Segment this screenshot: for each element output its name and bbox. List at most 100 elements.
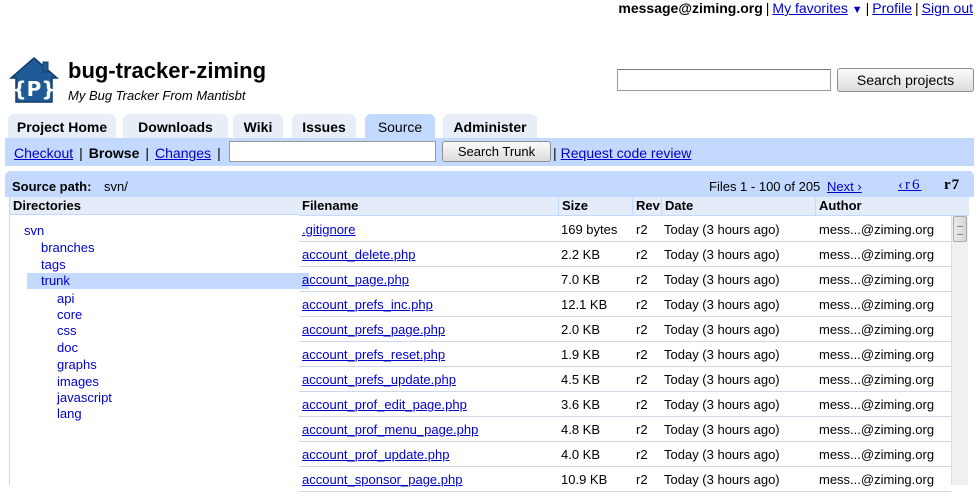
dir-css[interactable]: css bbox=[57, 323, 77, 338]
table-row[interactable]: account_prof_menu_page.php 4.8 KB r2 Today … bbox=[299, 416, 951, 442]
col-author[interactable]: Author bbox=[815, 197, 969, 215]
dir-graphs[interactable]: graphs bbox=[57, 357, 97, 372]
col-filename[interactable]: Filename bbox=[299, 197, 559, 215]
dir-doc[interactable]: doc bbox=[57, 340, 78, 355]
tab-issues[interactable]: Issues bbox=[292, 114, 356, 138]
file-rev: r2 bbox=[636, 372, 648, 387]
changes-link[interactable]: Changes bbox=[155, 145, 211, 161]
file-name-link[interactable]: account_prefs_inc.php bbox=[302, 297, 433, 312]
tab-administer[interactable]: Administer bbox=[443, 114, 537, 138]
file-size: 4.0 KB bbox=[561, 447, 601, 462]
sign-out-link[interactable]: Sign out bbox=[922, 0, 973, 16]
file-date: Today (3 hours ago) bbox=[664, 297, 780, 312]
col-size[interactable]: Size bbox=[558, 197, 633, 215]
previous-revision-link[interactable]: ‹r6 bbox=[898, 177, 922, 194]
tab-wiki[interactable]: Wiki bbox=[233, 114, 283, 138]
table-row[interactable]: .gitignore 169 bytes r2 Today (3 hours ago)… bbox=[299, 216, 951, 242]
profile-link[interactable]: Profile bbox=[872, 0, 912, 16]
table-row[interactable]: account_prefs_page.php 2.0 KB r2 Today (3 h… bbox=[299, 316, 951, 342]
source-path-label: Source path: bbox=[12, 179, 92, 194]
dir-core[interactable]: core bbox=[57, 307, 82, 322]
project-logo-icon[interactable]: {P} bbox=[9, 56, 59, 104]
dir-svn[interactable]: svn bbox=[24, 223, 44, 238]
tab-source[interactable]: Source bbox=[365, 114, 435, 138]
file-date: Today (3 hours ago) bbox=[664, 372, 780, 387]
file-size: 12.1 KB bbox=[561, 297, 608, 312]
tab-project-home[interactable]: Project Home bbox=[8, 114, 116, 138]
file-date: Today (3 hours ago) bbox=[664, 272, 780, 287]
dir-images[interactable]: images bbox=[57, 374, 99, 389]
dir-branches[interactable]: branches bbox=[41, 240, 94, 255]
dir-lang[interactable]: lang bbox=[57, 406, 82, 421]
my-favorites-link[interactable]: My favorites bbox=[772, 0, 847, 16]
file-date: Today (3 hours ago) bbox=[664, 397, 780, 412]
source-subnav: Checkout | Browse | Changes | Search Trunk | R… bbox=[5, 138, 974, 166]
directories-header: Directories bbox=[10, 197, 299, 215]
file-rev: r2 bbox=[636, 222, 648, 237]
file-rev: r2 bbox=[636, 347, 648, 362]
file-date: Today (3 hours ago) bbox=[664, 247, 780, 262]
file-name-link[interactable]: .gitignore bbox=[302, 222, 355, 237]
file-author: mess...@ziming.org bbox=[819, 422, 935, 437]
file-rev: r2 bbox=[636, 447, 648, 462]
current-revision: r7 bbox=[944, 177, 961, 193]
file-rev: r2 bbox=[636, 297, 648, 312]
file-date: Today (3 hours ago) bbox=[664, 222, 780, 237]
file-table-header: Filename Size Rev Date Author bbox=[299, 197, 969, 216]
project-name[interactable]: bug-tracker-ziming bbox=[68, 58, 266, 84]
file-size: 3.6 KB bbox=[561, 397, 601, 412]
table-row[interactable]: account_prof_edit_page.php 3.6 KB r2 Today … bbox=[299, 391, 951, 417]
file-name-link[interactable]: account_prefs_reset.php bbox=[302, 347, 445, 362]
file-size: 1.9 KB bbox=[561, 347, 601, 362]
search-trunk-input[interactable] bbox=[229, 141, 436, 162]
dir-javascript[interactable]: javascript bbox=[57, 390, 112, 405]
checkout-link[interactable]: Checkout bbox=[14, 145, 73, 161]
directory-tree: Directories svn branches tags trunk api … bbox=[9, 197, 309, 485]
file-author: mess...@ziming.org bbox=[819, 397, 935, 412]
source-path-bar: Source path: svn/ Files 1 - 100 of 205 N… bbox=[5, 171, 974, 197]
source-path-value: svn/ bbox=[104, 179, 128, 194]
dir-api[interactable]: api bbox=[57, 291, 74, 306]
table-row[interactable]: account_prefs_update.php 4.5 KB r2 Today (3… bbox=[299, 366, 951, 392]
search-projects-button[interactable]: Search projects bbox=[837, 68, 974, 92]
request-code-review-link[interactable]: Request code review bbox=[561, 145, 692, 161]
table-row[interactable]: account_prefs_reset.php 1.9 KB r2 Today (3 … bbox=[299, 341, 951, 367]
table-row[interactable]: account_prof_update.php 4.0 KB r2 Today (3 … bbox=[299, 441, 951, 467]
table-row[interactable]: account_page.php 7.0 KB r2 Today (3 hours a… bbox=[299, 266, 951, 292]
file-name-link[interactable]: account_page.php bbox=[302, 272, 409, 287]
file-name-link[interactable]: account_prof_edit_page.php bbox=[302, 397, 467, 412]
file-list: Filename Size Rev Date Author .gitignore… bbox=[299, 197, 969, 492]
favorites-dropdown-icon[interactable]: ▼ bbox=[852, 4, 863, 16]
project-search-input[interactable] bbox=[617, 69, 831, 91]
col-rev[interactable]: Rev bbox=[632, 197, 662, 215]
file-size: 169 bytes bbox=[561, 222, 618, 237]
scroll-thumb[interactable] bbox=[953, 216, 967, 242]
table-row[interactable]: account_prefs_inc.php 12.1 KB r2 Today (3 h… bbox=[299, 291, 951, 317]
file-name-link[interactable]: account_prefs_page.php bbox=[302, 322, 445, 337]
table-row[interactable]: account_sponsor_page.php 10.9 KB r2 Today (… bbox=[299, 466, 951, 492]
search-trunk-button[interactable]: Search Trunk bbox=[442, 141, 551, 162]
file-size: 2.0 KB bbox=[561, 322, 601, 337]
project-summary: My Bug Tracker From Mantisbt bbox=[68, 88, 246, 103]
file-date: Today (3 hours ago) bbox=[664, 447, 780, 462]
file-name-link[interactable]: account_prefs_update.php bbox=[302, 372, 456, 387]
dir-trunk[interactable]: trunk bbox=[27, 273, 309, 289]
file-size: 4.8 KB bbox=[561, 422, 601, 437]
file-count: Files 1 - 100 of 205 bbox=[709, 179, 821, 194]
next-page-link[interactable]: Next › bbox=[827, 179, 862, 194]
tab-downloads[interactable]: Downloads bbox=[123, 114, 228, 138]
file-author: mess...@ziming.org bbox=[819, 322, 935, 337]
file-name-link[interactable]: account_delete.php bbox=[302, 247, 415, 262]
file-name-link[interactable]: account_prof_update.php bbox=[302, 447, 449, 462]
user-email: message@ziming.org bbox=[618, 0, 763, 16]
col-date[interactable]: Date bbox=[661, 197, 816, 215]
account-bar: message@ziming.org | My favorites ▼ | Profil… bbox=[618, 0, 973, 16]
file-author: mess...@ziming.org bbox=[819, 222, 935, 237]
file-date: Today (3 hours ago) bbox=[664, 322, 780, 337]
file-author: mess...@ziming.org bbox=[819, 447, 935, 462]
dir-tags[interactable]: tags bbox=[41, 257, 66, 272]
file-name-link[interactable]: account_prof_menu_page.php bbox=[302, 422, 478, 437]
file-rev: r2 bbox=[636, 272, 648, 287]
file-list-scrollbar[interactable] bbox=[951, 216, 968, 485]
table-row[interactable]: account_delete.php 2.2 KB r2 Today (3 hours… bbox=[299, 241, 951, 267]
